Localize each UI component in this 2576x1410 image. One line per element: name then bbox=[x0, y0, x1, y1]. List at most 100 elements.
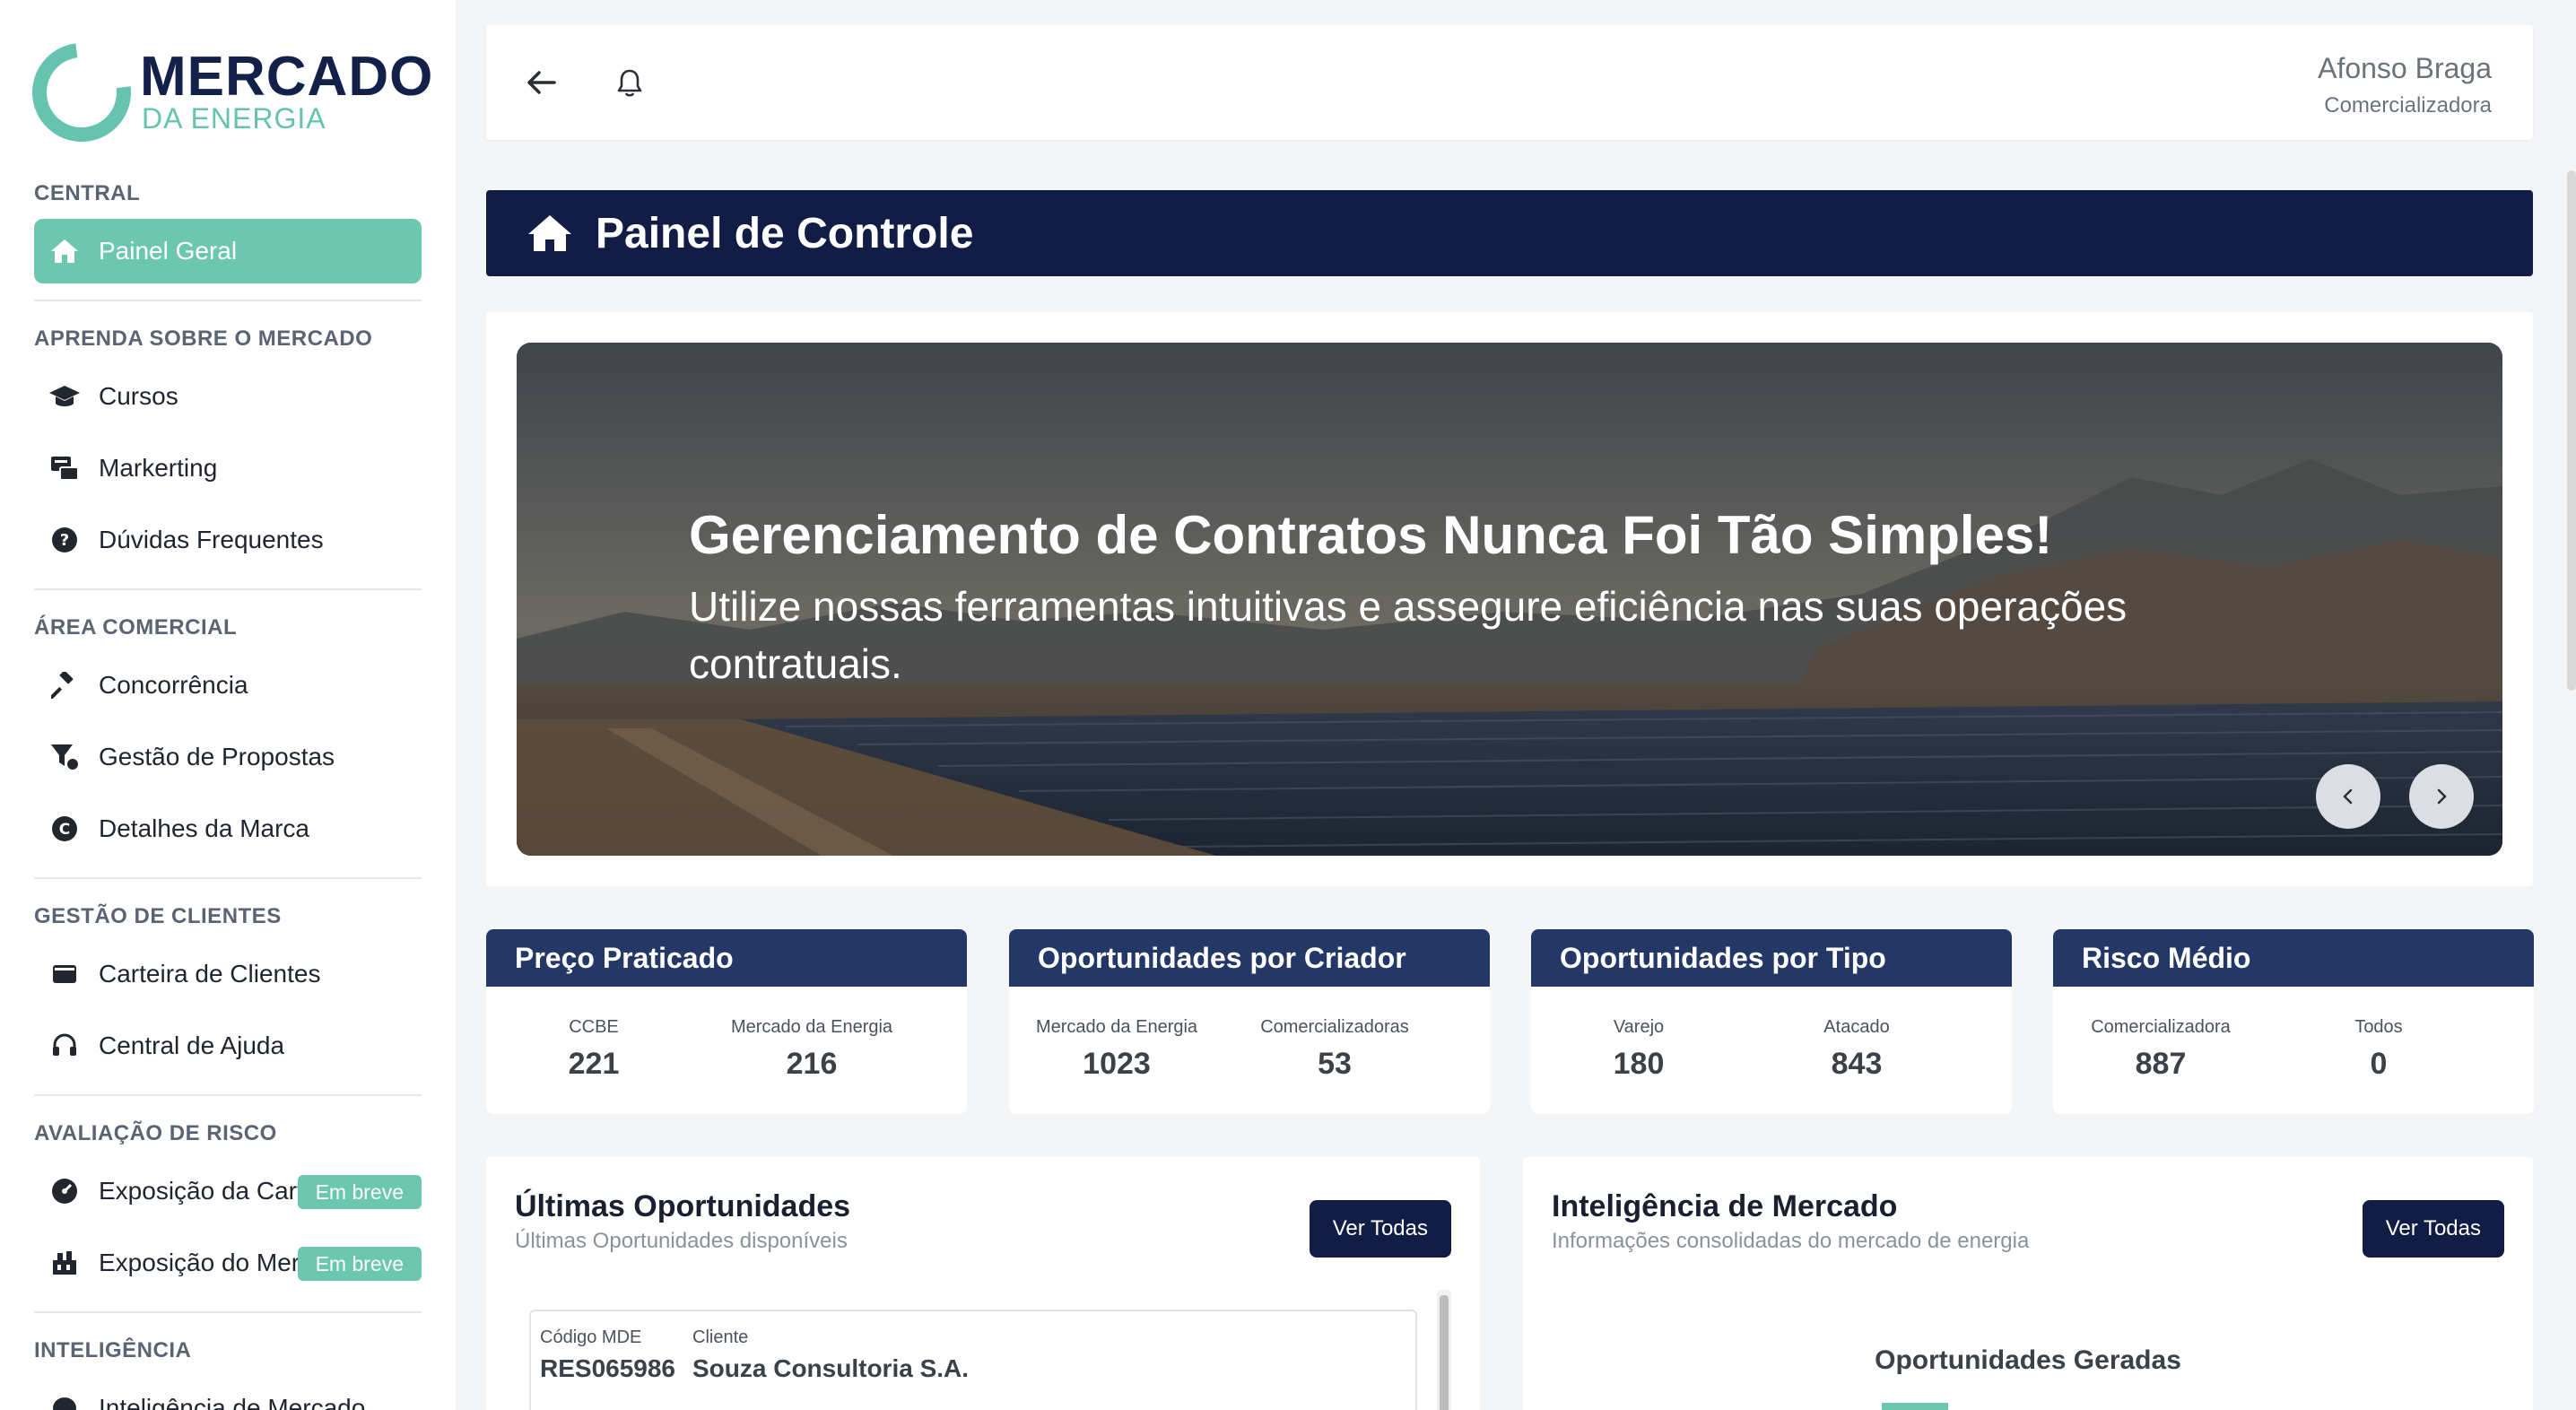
sidebar-item-label: Gestão de Propostas bbox=[99, 743, 335, 770]
view-all-opportunities-button[interactable]: Ver Todas bbox=[1309, 1200, 1451, 1258]
panel-subtitle: Informações consolidadas do mercado de e… bbox=[1552, 1229, 2030, 1253]
stat-label: Mercado da Energia bbox=[1035, 1017, 1198, 1037]
nav-section-inteligencia: INTELIGÊNCIA Inteligência de Mercado bbox=[34, 1335, 422, 1410]
sidebar-item-label: Dúvidas Frequentes bbox=[99, 526, 324, 553]
stat-column: Todos 0 bbox=[2271, 1017, 2486, 1082]
stat-value: 843 bbox=[1831, 1047, 1883, 1081]
stat-column: Mercado da Energia 216 bbox=[704, 1017, 919, 1082]
list-scrollbar[interactable] bbox=[1437, 1290, 1451, 1410]
nav-heading: CENTRAL bbox=[34, 181, 141, 205]
chart-title: Oportunidades Geradas bbox=[1875, 1345, 2181, 1375]
stat-label: Comercializadoras bbox=[1260, 1017, 1409, 1037]
sidebar-item-duvidas[interactable]: ? Dúvidas Frequentes bbox=[34, 508, 422, 572]
sidebar-item-label: Carteira de Clientes bbox=[99, 960, 321, 988]
sidebar-item-inteligencia-mercado[interactable]: Inteligência de Mercado bbox=[34, 1376, 422, 1410]
marketing-icon bbox=[47, 452, 83, 484]
stat-value: 887 bbox=[2135, 1047, 2187, 1081]
sidebar-item-label: Exposição da Carteira bbox=[99, 1177, 305, 1205]
client-value: Souza Consultoria S.A. bbox=[692, 1354, 970, 1382]
notification-bell-icon[interactable] bbox=[608, 61, 651, 104]
stat-column: Comercializadoras 53 bbox=[1227, 1017, 1442, 1082]
wallet-icon bbox=[47, 958, 83, 990]
sidebar-item-label: Painel Geral bbox=[99, 237, 238, 265]
stat-value: 221 bbox=[568, 1047, 620, 1081]
nav-divider bbox=[34, 1311, 422, 1313]
question-circle-icon: ? bbox=[47, 524, 83, 556]
brand-logo[interactable]: MERCADO DA ENERGIA bbox=[12, 22, 432, 162]
sidebar-item-carteira[interactable]: Carteira de Clientes bbox=[34, 942, 422, 1006]
nav-heading: APRENDA SOBRE O MERCADO bbox=[34, 326, 373, 351]
user-name[interactable]: Afonso Braga bbox=[2318, 52, 2492, 85]
code-value: RES065986 bbox=[540, 1354, 676, 1382]
sidebar-item-detalhes-marca[interactable]: C Detalhes da Marca bbox=[34, 796, 422, 861]
graduation-cap-icon bbox=[47, 380, 83, 413]
stat-card-risco-medio: Risco Médio Comercializadora 887 Todos 0 bbox=[2053, 929, 2534, 1114]
banner-container: Gerenciamento de Contratos Nunca Foi Tão… bbox=[486, 312, 2533, 886]
nav-heading: GESTÃO DE CLIENTES bbox=[34, 904, 282, 928]
opportunity-card[interactable]: Código MDE RES065986 Cliente Souza Consu… bbox=[529, 1310, 1417, 1410]
stat-card-preco-praticado: Preço Praticado CCBE 221 Mercado da Ener… bbox=[486, 929, 967, 1114]
chart-building-icon bbox=[47, 1247, 83, 1279]
nav-heading: INTELIGÊNCIA bbox=[34, 1338, 192, 1362]
nav-divider bbox=[34, 1094, 422, 1096]
sidebar-item-markerting[interactable]: Markerting bbox=[34, 436, 422, 500]
sidebar-item-cursos[interactable]: Cursos bbox=[34, 364, 422, 429]
back-arrow-icon[interactable] bbox=[520, 61, 563, 104]
filter-money-icon bbox=[47, 741, 83, 773]
panel-title: Inteligência de Mercado bbox=[1552, 1189, 1898, 1223]
stat-value: 53 bbox=[1318, 1047, 1352, 1081]
panel-title: Últimas Oportunidades bbox=[515, 1189, 851, 1223]
user-role: Comercializadora bbox=[2324, 93, 2492, 118]
nav-divider bbox=[34, 588, 422, 590]
sidebar-item-label: Inteligência de Mercado bbox=[99, 1394, 366, 1410]
chevron-right-icon bbox=[2437, 788, 2447, 805]
logo-ring-icon bbox=[12, 22, 152, 162]
sidebar-item-exposicao-mercado[interactable]: Exposição do Mercado Em breve bbox=[34, 1231, 422, 1295]
nav-divider bbox=[34, 300, 422, 301]
stat-label: Todos bbox=[2354, 1017, 2403, 1037]
stat-value: 1023 bbox=[1083, 1047, 1151, 1081]
sidebar-item-painel-geral[interactable]: Painel Geral bbox=[34, 219, 422, 283]
stat-column: Mercado da Energia 1023 bbox=[1009, 1017, 1224, 1082]
stat-column: CCBE 221 bbox=[486, 1017, 701, 1082]
nav-heading: AVALIAÇÃO DE RISCO bbox=[34, 1121, 277, 1145]
scrollbar-thumb[interactable] bbox=[1440, 1295, 1449, 1410]
stat-card-oportunidades-criador: Oportunidades por Criador Mercado da Ene… bbox=[1009, 929, 1490, 1114]
stat-card-oportunidades-tipo: Oportunidades por Tipo Varejo 180 Atacad… bbox=[1531, 929, 2012, 1114]
sidebar-item-label: Detalhes da Marca bbox=[99, 814, 310, 842]
carousel-next-button[interactable] bbox=[2409, 764, 2474, 829]
nav-divider bbox=[34, 877, 422, 879]
carousel-prev-button[interactable] bbox=[2316, 764, 2380, 829]
market-intelligence-panel: Inteligência de Mercado Informações cons… bbox=[1523, 1157, 2533, 1410]
panel-subtitle: Últimas Oportunidades disponíveis bbox=[515, 1229, 848, 1253]
banner-title: Gerenciamento de Contratos Nunca Foi Tão… bbox=[689, 505, 2053, 565]
sidebar-item-gestao-propostas[interactable]: Gestão de Propostas bbox=[34, 725, 422, 789]
view-all-intelligence-button[interactable]: Ver Todas bbox=[2362, 1200, 2504, 1258]
top-bar: Afonso Braga Comercializadora bbox=[486, 25, 2533, 140]
sidebar-item-concorrencia[interactable]: Concorrência bbox=[34, 653, 422, 718]
sidebar-item-label: Markerting bbox=[99, 454, 218, 482]
sidebar-item-exposicao-carteira[interactable]: Exposição da Carteira Em breve bbox=[34, 1159, 422, 1223]
chevron-left-icon bbox=[2343, 788, 2353, 805]
page-scrollbar[interactable] bbox=[2567, 170, 2576, 691]
stat-card-title: Oportunidades por Tipo bbox=[1531, 929, 2012, 987]
stat-label: CCBE bbox=[569, 1017, 619, 1037]
stat-column: Varejo 180 bbox=[1531, 1017, 1746, 1082]
stat-value: 0 bbox=[2370, 1047, 2388, 1081]
stat-label: Comercializadora bbox=[2091, 1017, 2231, 1037]
stat-label: Varejo bbox=[1613, 1017, 1665, 1037]
sidebar-item-label: Central de Ajuda bbox=[99, 1031, 285, 1059]
home-icon bbox=[527, 213, 572, 253]
stat-card-title: Preço Praticado bbox=[486, 929, 967, 987]
stat-card-title: Risco Médio bbox=[2053, 929, 2534, 987]
logo-wordmark: MERCADO bbox=[140, 46, 434, 108]
sidebar-item-central-ajuda[interactable]: Central de Ajuda bbox=[34, 1014, 422, 1078]
legend-swatch bbox=[1882, 1403, 1948, 1410]
nav-section-clientes: GESTÃO DE CLIENTES Carteira de Clientes … bbox=[34, 901, 422, 1096]
svg-text:C: C bbox=[59, 821, 70, 839]
nav-heading: ÁREA COMERCIAL bbox=[34, 615, 238, 640]
logo-subtitle: DA ENERGIA bbox=[142, 102, 326, 135]
latest-opportunities-panel: Últimas Oportunidades Últimas Oportunida… bbox=[486, 1157, 1480, 1410]
stat-card-title: Oportunidades por Criador bbox=[1009, 929, 1490, 987]
gavel-icon bbox=[47, 669, 83, 701]
